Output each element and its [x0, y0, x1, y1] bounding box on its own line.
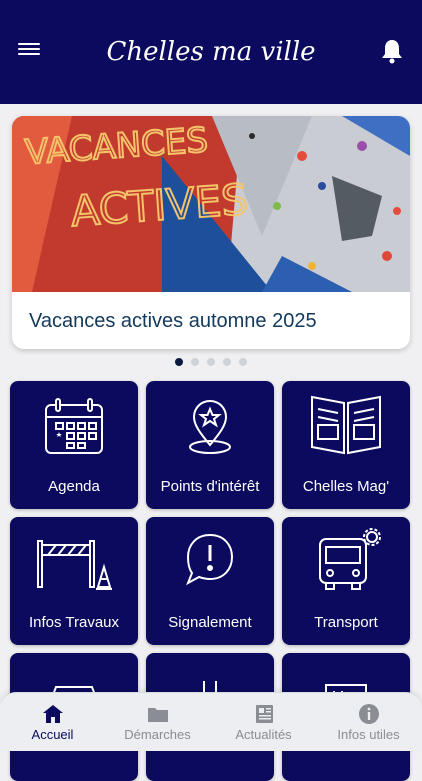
carousel-pagination	[0, 358, 422, 370]
tile-chelles-mag[interactable]: Chelles Mag'	[282, 381, 410, 509]
home-icon	[43, 705, 63, 723]
tile-transport[interactable]: Transport	[282, 517, 410, 645]
tile-infos-travaux[interactable]: Infos Travaux	[10, 517, 138, 645]
carousel-dot-2[interactable]	[191, 358, 199, 366]
tile-label: Chelles Mag'	[302, 478, 390, 495]
tile-label: Signalement	[168, 614, 252, 631]
tile-agenda[interactable]: Agenda	[10, 381, 138, 509]
tab-accueil[interactable]: Accueil	[0, 699, 105, 747]
carousel-dot-5[interactable]	[239, 358, 247, 366]
carousel-dot-3[interactable]	[207, 358, 215, 366]
app-header: Chelles ma ville	[0, 0, 422, 104]
tile-label: Infos Travaux	[28, 614, 120, 631]
tab-demarches[interactable]: Démarches	[105, 699, 210, 747]
app-logo: Chelles ma ville	[106, 37, 315, 67]
map-pin-star-icon	[189, 399, 231, 454]
tile-label: Agenda	[48, 478, 100, 495]
hamburger-menu-icon[interactable]	[18, 40, 40, 62]
info-icon	[359, 704, 379, 724]
carousel-dot-1[interactable]	[175, 358, 183, 366]
tile-label: Transport	[314, 614, 378, 631]
tab-actualites[interactable]: Actualités	[211, 699, 316, 747]
bell-icon[interactable]	[380, 38, 404, 64]
news-carousel-card[interactable]: VACANCES ACTIVES Vacances actives automn…	[12, 116, 410, 349]
tile-points-interet[interactable]: Points d'intérêt	[146, 381, 274, 509]
tab-label: Infos utiles	[337, 727, 400, 742]
newspaper-icon	[256, 705, 273, 723]
climbing-wall-image: VACANCES ACTIVES	[12, 116, 410, 292]
magazine-icon	[311, 395, 381, 455]
tab-infos-utiles[interactable]: Infos utiles	[316, 699, 421, 747]
tab-label: Accueil	[31, 727, 74, 742]
roadworks-barrier-icon	[37, 540, 112, 590]
logo-text: Chelles ma ville	[106, 37, 315, 67]
bus-icon	[319, 528, 381, 590]
carousel-title: Vacances actives automne 2025	[29, 310, 317, 332]
tab-label: Démarches	[124, 727, 191, 742]
tile-signalement[interactable]: Signalement	[146, 517, 274, 645]
alert-bubble-icon	[186, 533, 234, 586]
tile-label: Points d'intérêt	[160, 478, 260, 495]
tab-label: Actualités	[235, 727, 292, 742]
folder-icon	[148, 708, 168, 722]
calendar-icon	[45, 398, 103, 454]
bottom-tab-bar: Accueil Démarches Actualités Infos utile…	[0, 692, 422, 751]
carousel-dot-4[interactable]	[223, 358, 231, 366]
